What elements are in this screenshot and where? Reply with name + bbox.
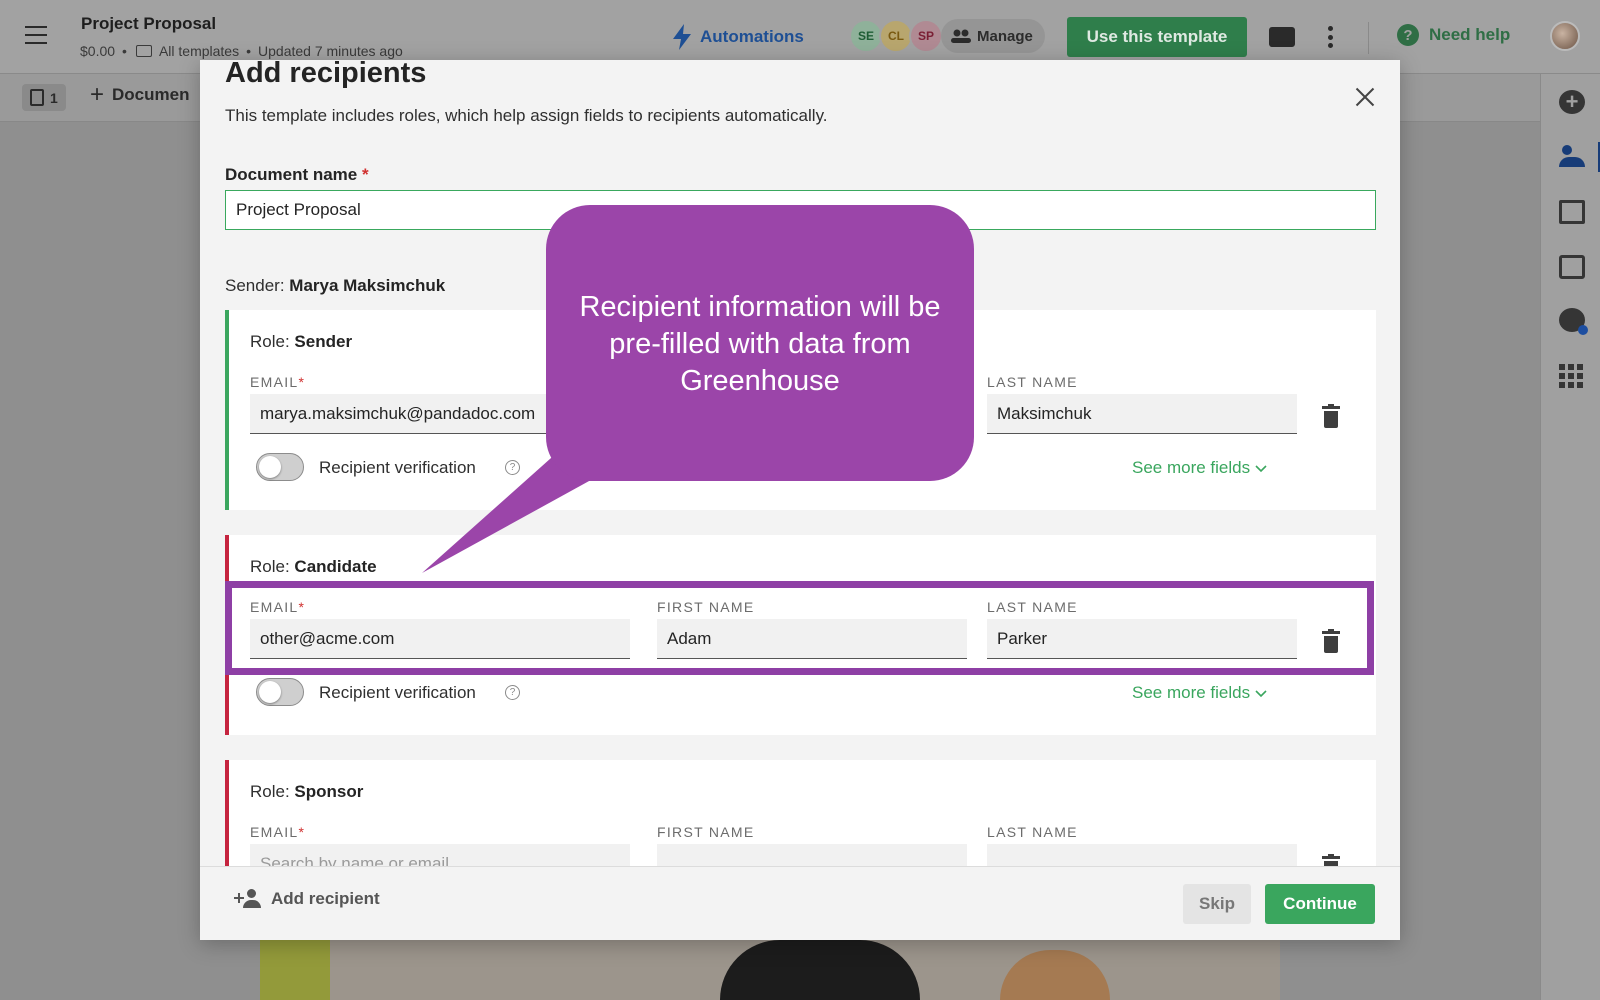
required-marker: * [298, 824, 306, 840]
avatar[interactable]: SE [849, 19, 883, 53]
trash-icon[interactable] [1322, 404, 1340, 428]
people-icon [951, 29, 971, 43]
recipient-verification-toggle[interactable] [256, 453, 304, 481]
more-options-icon[interactable] [1328, 26, 1334, 48]
content-blocks-icon[interactable] [1559, 200, 1585, 224]
collaborator-avatars[interactable]: SE CL SP Manage [849, 19, 1045, 53]
see-more-label: See more fields [1132, 683, 1251, 702]
document-name-label-text: Document name [225, 165, 358, 184]
add-person-icon [234, 889, 263, 909]
see-more-fields-link[interactable]: See more fields [1132, 683, 1267, 703]
add-document-button[interactable]: + Documen [90, 81, 190, 108]
highlight-box [225, 581, 1374, 675]
sender-name: Marya Maksimchuk [289, 276, 446, 295]
recipients-icon[interactable] [1559, 144, 1585, 168]
chevron-down-icon [1255, 690, 1267, 698]
see-more-fields-link[interactable]: See more fields [1132, 458, 1267, 478]
add-icon[interactable]: + [1559, 89, 1585, 114]
document-price: $0.00 [80, 43, 116, 59]
help-icon: ? [1397, 24, 1419, 46]
first-name-field[interactable] [657, 844, 967, 866]
user-avatar[interactable] [1550, 21, 1580, 51]
add-document-label: Documen [112, 85, 190, 104]
first-name-label: FIRST NAME [657, 824, 755, 840]
close-icon[interactable] [1353, 85, 1377, 109]
modal-footer: Add recipient Skip Continue [200, 866, 1400, 940]
email-label: EMAIL* [250, 374, 305, 390]
document-meta: $0.00 • All templates • Updated 7 minute… [80, 43, 403, 59]
chat-icon[interactable] [1269, 27, 1295, 47]
chevron-down-icon [1255, 465, 1267, 473]
page-count: 1 [50, 89, 58, 106]
canvas-decoration [260, 930, 330, 1000]
last-name-field[interactable] [987, 394, 1297, 434]
recipient-verification-label: Recipient verification [319, 458, 476, 477]
avatar[interactable]: SP [909, 19, 943, 53]
email-label-text: EMAIL [250, 374, 299, 390]
help-circle-icon[interactable]: ? [505, 460, 520, 475]
last-name-label: LAST NAME [987, 374, 1078, 390]
last-name-field[interactable] [987, 844, 1297, 866]
callout-bubble: Recipient information will be pre-filled… [546, 205, 974, 481]
sender-line: Sender: Marya Maksimchuk [225, 276, 445, 296]
folder-link[interactable]: All templates [159, 43, 239, 59]
use-template-button[interactable]: Use this template [1067, 17, 1247, 57]
modal-subtitle: This template includes roles, which help… [225, 106, 828, 125]
role-title: Role: Sponsor [250, 782, 363, 802]
divider [1368, 22, 1369, 54]
automations-label: Automations [700, 27, 804, 46]
skip-button[interactable]: Skip [1183, 884, 1251, 924]
need-help-button[interactable]: ? Need help [1397, 24, 1510, 46]
meta-separator: • [246, 43, 252, 59]
role-prefix: Role: [250, 557, 290, 576]
role-prefix: Role: [250, 782, 290, 801]
recipient-verification-toggle[interactable] [256, 678, 304, 706]
recipient-verification-label: Recipient verification [319, 683, 476, 702]
required-marker: * [361, 165, 369, 184]
email-label: EMAIL* [250, 824, 305, 840]
add-recipients-modal: Add recipients This template includes ro… [200, 60, 1400, 940]
document-title[interactable]: Project Proposal [81, 14, 216, 34]
last-name-label: LAST NAME [987, 824, 1078, 840]
manage-label: Manage [977, 27, 1033, 45]
need-help-label: Need help [1429, 25, 1511, 44]
folder-icon [135, 45, 152, 57]
meta-separator: • [122, 43, 127, 59]
trash-icon[interactable] [1322, 854, 1340, 866]
email-label-text: EMAIL [250, 824, 299, 840]
modal-body: Add recipients This template includes ro… [200, 60, 1400, 866]
sender-prefix: Sender: [225, 276, 285, 295]
pages-icon [30, 89, 44, 106]
avatar[interactable]: CL [879, 19, 913, 53]
role-card-sponsor: Role: Sponsor EMAIL* FIRST NAME LAST NAM… [225, 760, 1376, 866]
role-title: Role: Candidate [250, 557, 377, 577]
role-title: Role: Sender [250, 332, 352, 352]
add-recipient-label: Add recipient [271, 889, 380, 908]
pages-button[interactable]: 1 [22, 84, 66, 111]
document-name-label: Document name * [225, 165, 369, 185]
role-name: Sponsor [294, 782, 364, 801]
apps-grid-icon[interactable] [1559, 364, 1585, 388]
role-prefix: Role: [250, 332, 290, 351]
see-more-label: See more fields [1132, 458, 1251, 477]
canvas-illustration [720, 940, 920, 1000]
updated-timestamp: Updated 7 minutes ago [258, 43, 403, 59]
plus-icon: + [90, 81, 105, 108]
variables-icon[interactable] [1559, 255, 1585, 279]
help-circle-icon[interactable]: ? [505, 685, 520, 700]
menu-icon[interactable] [25, 26, 47, 44]
continue-button[interactable]: Continue [1265, 884, 1375, 924]
right-sidebar: + [1540, 74, 1600, 1000]
role-name: Candidate [294, 557, 377, 576]
lightning-icon [673, 24, 691, 50]
design-palette-icon[interactable] [1559, 308, 1588, 335]
email-field[interactable] [250, 844, 630, 866]
required-marker: * [298, 374, 306, 390]
modal-title: Add recipients [225, 60, 427, 89]
automations-button[interactable]: Automations [672, 24, 804, 50]
role-name: Sender [294, 332, 353, 351]
add-recipient-button[interactable]: Add recipient [234, 889, 380, 909]
manage-button[interactable]: Manage [941, 19, 1045, 53]
